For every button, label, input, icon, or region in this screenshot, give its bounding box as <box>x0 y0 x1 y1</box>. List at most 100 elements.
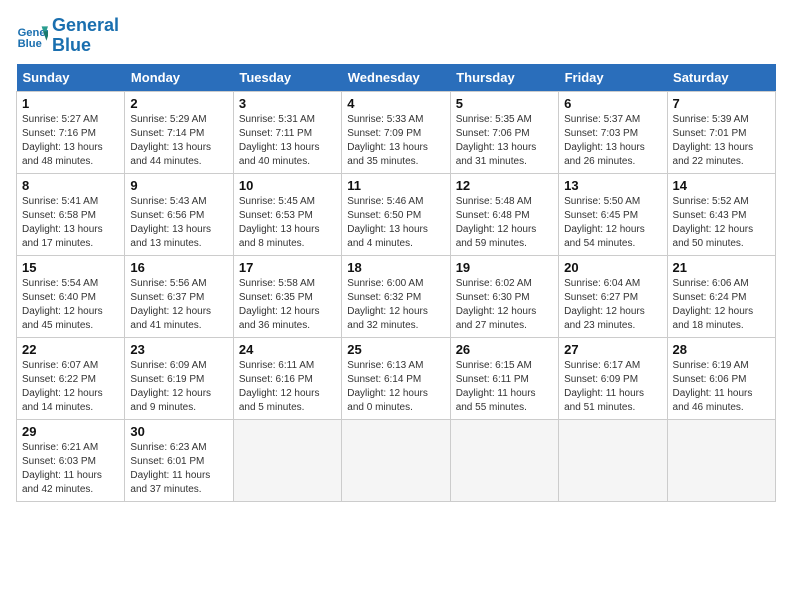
day-info: Sunrise: 5:48 AM Sunset: 6:48 PM Dayligh… <box>456 195 553 251</box>
calendar-cell: 18 Sunrise: 6:00 AM Sunset: 6:32 PM Dayl… <box>342 255 450 337</box>
day-info: Sunrise: 5:39 AM Sunset: 7:01 PM Dayligh… <box>673 113 770 169</box>
day-info: Sunrise: 6:00 AM Sunset: 6:32 PM Dayligh… <box>347 277 444 333</box>
calendar-cell: 17 Sunrise: 5:58 AM Sunset: 6:35 PM Dayl… <box>233 255 341 337</box>
day-number: 8 <box>22 178 119 193</box>
week-row-5: 29 Sunrise: 6:21 AM Sunset: 6:03 PM Dayl… <box>17 419 776 501</box>
day-number: 28 <box>673 342 770 357</box>
day-info: Sunrise: 5:31 AM Sunset: 7:11 PM Dayligh… <box>239 113 336 169</box>
col-monday: Monday <box>125 64 233 92</box>
day-number: 2 <box>130 96 227 111</box>
day-number: 23 <box>130 342 227 357</box>
day-number: 7 <box>673 96 770 111</box>
calendar-cell: 8 Sunrise: 5:41 AM Sunset: 6:58 PM Dayli… <box>17 173 125 255</box>
day-info: Sunrise: 6:13 AM Sunset: 6:14 PM Dayligh… <box>347 359 444 415</box>
day-info: Sunrise: 6:21 AM Sunset: 6:03 PM Dayligh… <box>22 441 119 497</box>
calendar-cell: 7 Sunrise: 5:39 AM Sunset: 7:01 PM Dayli… <box>667 91 775 173</box>
day-info: Sunrise: 5:50 AM Sunset: 6:45 PM Dayligh… <box>564 195 661 251</box>
calendar-cell: 13 Sunrise: 5:50 AM Sunset: 6:45 PM Dayl… <box>559 173 667 255</box>
col-wednesday: Wednesday <box>342 64 450 92</box>
calendar-cell: 30 Sunrise: 6:23 AM Sunset: 6:01 PM Dayl… <box>125 419 233 501</box>
day-number: 14 <box>673 178 770 193</box>
calendar-cell: 28 Sunrise: 6:19 AM Sunset: 6:06 PM Dayl… <box>667 337 775 419</box>
day-info: Sunrise: 6:06 AM Sunset: 6:24 PM Dayligh… <box>673 277 770 333</box>
day-number: 10 <box>239 178 336 193</box>
calendar-cell <box>233 419 341 501</box>
day-info: Sunrise: 5:33 AM Sunset: 7:09 PM Dayligh… <box>347 113 444 169</box>
calendar-cell: 11 Sunrise: 5:46 AM Sunset: 6:50 PM Dayl… <box>342 173 450 255</box>
day-info: Sunrise: 5:27 AM Sunset: 7:16 PM Dayligh… <box>22 113 119 169</box>
day-info: Sunrise: 5:29 AM Sunset: 7:14 PM Dayligh… <box>130 113 227 169</box>
day-info: Sunrise: 6:09 AM Sunset: 6:19 PM Dayligh… <box>130 359 227 415</box>
day-number: 20 <box>564 260 661 275</box>
calendar-cell: 25 Sunrise: 6:13 AM Sunset: 6:14 PM Dayl… <box>342 337 450 419</box>
day-info: Sunrise: 5:52 AM Sunset: 6:43 PM Dayligh… <box>673 195 770 251</box>
day-info: Sunrise: 6:15 AM Sunset: 6:11 PM Dayligh… <box>456 359 553 415</box>
calendar-table: Sunday Monday Tuesday Wednesday Thursday… <box>16 64 776 502</box>
day-number: 9 <box>130 178 227 193</box>
day-number: 19 <box>456 260 553 275</box>
day-info: Sunrise: 5:41 AM Sunset: 6:58 PM Dayligh… <box>22 195 119 251</box>
week-row-3: 15 Sunrise: 5:54 AM Sunset: 6:40 PM Dayl… <box>17 255 776 337</box>
day-info: Sunrise: 5:37 AM Sunset: 7:03 PM Dayligh… <box>564 113 661 169</box>
col-thursday: Thursday <box>450 64 558 92</box>
calendar-cell: 29 Sunrise: 6:21 AM Sunset: 6:03 PM Dayl… <box>17 419 125 501</box>
day-info: Sunrise: 5:58 AM Sunset: 6:35 PM Dayligh… <box>239 277 336 333</box>
day-number: 11 <box>347 178 444 193</box>
calendar-cell: 16 Sunrise: 5:56 AM Sunset: 6:37 PM Dayl… <box>125 255 233 337</box>
calendar-cell: 3 Sunrise: 5:31 AM Sunset: 7:11 PM Dayli… <box>233 91 341 173</box>
logo: General Blue General Blue <box>16 16 119 56</box>
logo-icon: General Blue <box>16 20 48 52</box>
day-number: 12 <box>456 178 553 193</box>
day-number: 29 <box>22 424 119 439</box>
day-number: 17 <box>239 260 336 275</box>
day-number: 25 <box>347 342 444 357</box>
calendar-cell: 5 Sunrise: 5:35 AM Sunset: 7:06 PM Dayli… <box>450 91 558 173</box>
week-row-2: 8 Sunrise: 5:41 AM Sunset: 6:58 PM Dayli… <box>17 173 776 255</box>
day-info: Sunrise: 6:19 AM Sunset: 6:06 PM Dayligh… <box>673 359 770 415</box>
calendar-cell: 26 Sunrise: 6:15 AM Sunset: 6:11 PM Dayl… <box>450 337 558 419</box>
calendar-cell: 6 Sunrise: 5:37 AM Sunset: 7:03 PM Dayli… <box>559 91 667 173</box>
day-number: 1 <box>22 96 119 111</box>
calendar-cell <box>559 419 667 501</box>
day-number: 16 <box>130 260 227 275</box>
logo-text: General Blue <box>52 16 119 56</box>
calendar-cell: 10 Sunrise: 5:45 AM Sunset: 6:53 PM Dayl… <box>233 173 341 255</box>
day-number: 30 <box>130 424 227 439</box>
calendar-cell <box>342 419 450 501</box>
day-info: Sunrise: 5:35 AM Sunset: 7:06 PM Dayligh… <box>456 113 553 169</box>
header-row: Sunday Monday Tuesday Wednesday Thursday… <box>17 64 776 92</box>
day-info: Sunrise: 5:43 AM Sunset: 6:56 PM Dayligh… <box>130 195 227 251</box>
day-number: 22 <box>22 342 119 357</box>
calendar-cell: 14 Sunrise: 5:52 AM Sunset: 6:43 PM Dayl… <box>667 173 775 255</box>
day-info: Sunrise: 6:02 AM Sunset: 6:30 PM Dayligh… <box>456 277 553 333</box>
day-number: 15 <box>22 260 119 275</box>
calendar-cell: 22 Sunrise: 6:07 AM Sunset: 6:22 PM Dayl… <box>17 337 125 419</box>
day-info: Sunrise: 6:11 AM Sunset: 6:16 PM Dayligh… <box>239 359 336 415</box>
day-number: 27 <box>564 342 661 357</box>
day-info: Sunrise: 5:45 AM Sunset: 6:53 PM Dayligh… <box>239 195 336 251</box>
calendar-cell: 12 Sunrise: 5:48 AM Sunset: 6:48 PM Dayl… <box>450 173 558 255</box>
day-number: 4 <box>347 96 444 111</box>
calendar-cell: 9 Sunrise: 5:43 AM Sunset: 6:56 PM Dayli… <box>125 173 233 255</box>
day-info: Sunrise: 6:23 AM Sunset: 6:01 PM Dayligh… <box>130 441 227 497</box>
calendar-cell: 1 Sunrise: 5:27 AM Sunset: 7:16 PM Dayli… <box>17 91 125 173</box>
day-number: 18 <box>347 260 444 275</box>
day-info: Sunrise: 6:17 AM Sunset: 6:09 PM Dayligh… <box>564 359 661 415</box>
col-sunday: Sunday <box>17 64 125 92</box>
calendar-cell: 23 Sunrise: 6:09 AM Sunset: 6:19 PM Dayl… <box>125 337 233 419</box>
col-friday: Friday <box>559 64 667 92</box>
header: General Blue General Blue <box>16 16 776 56</box>
svg-text:Blue: Blue <box>18 38 42 50</box>
col-saturday: Saturday <box>667 64 775 92</box>
calendar-cell: 21 Sunrise: 6:06 AM Sunset: 6:24 PM Dayl… <box>667 255 775 337</box>
calendar-cell: 20 Sunrise: 6:04 AM Sunset: 6:27 PM Dayl… <box>559 255 667 337</box>
week-row-4: 22 Sunrise: 6:07 AM Sunset: 6:22 PM Dayl… <box>17 337 776 419</box>
calendar-cell: 15 Sunrise: 5:54 AM Sunset: 6:40 PM Dayl… <box>17 255 125 337</box>
day-number: 3 <box>239 96 336 111</box>
calendar-cell: 19 Sunrise: 6:02 AM Sunset: 6:30 PM Dayl… <box>450 255 558 337</box>
week-row-1: 1 Sunrise: 5:27 AM Sunset: 7:16 PM Dayli… <box>17 91 776 173</box>
day-info: Sunrise: 5:46 AM Sunset: 6:50 PM Dayligh… <box>347 195 444 251</box>
day-number: 21 <box>673 260 770 275</box>
day-info: Sunrise: 5:56 AM Sunset: 6:37 PM Dayligh… <box>130 277 227 333</box>
day-number: 6 <box>564 96 661 111</box>
